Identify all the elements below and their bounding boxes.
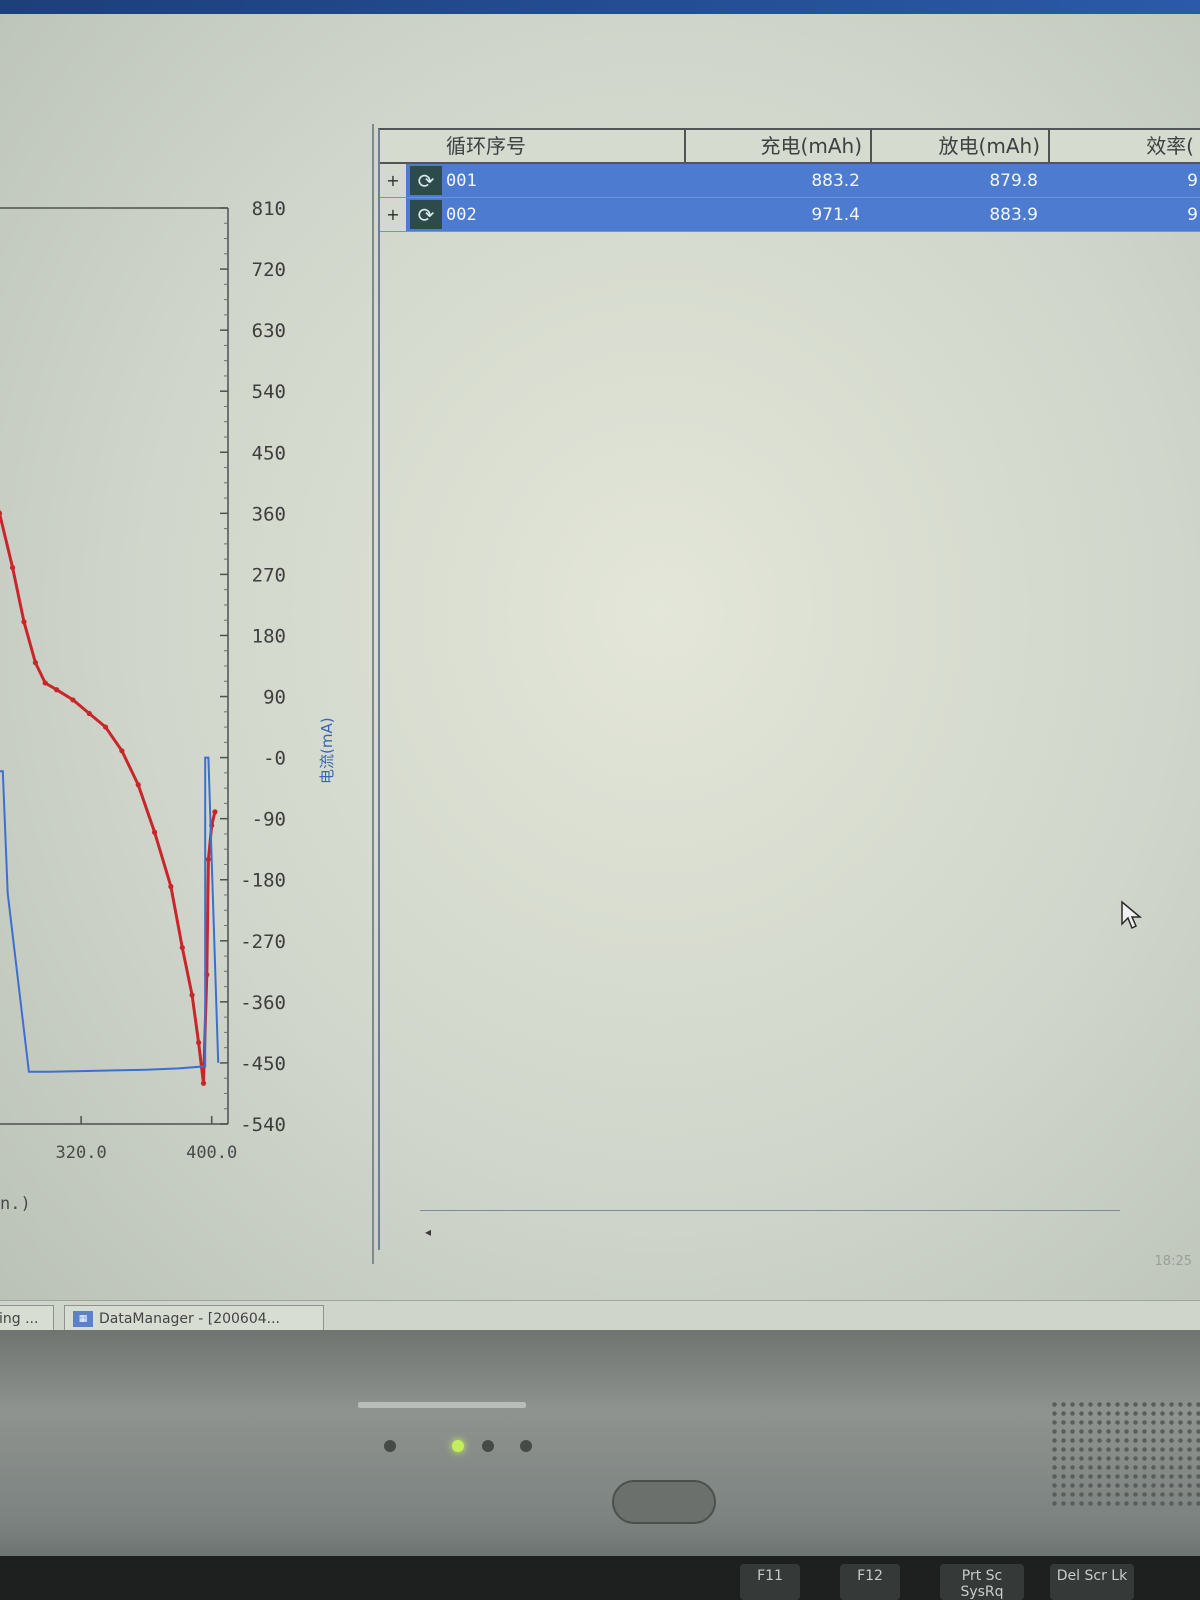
column-header-efficiency[interactable]: 效率( — [1050, 130, 1200, 162]
cycle-id: 001 — [446, 170, 477, 191]
key-f11[interactable]: F11 — [740, 1564, 800, 1600]
y2-tick-label: 720 — [252, 259, 286, 281]
status-led — [384, 1440, 396, 1452]
taskbar-item-datamanager[interactable]: ▦ DataManager - [200604... — [64, 1305, 324, 1331]
power-led — [452, 1440, 464, 1452]
table-row[interactable]: + ⟳ 001 883.2 879.8 9 — [380, 164, 1200, 198]
y2-tick-label: -90 — [252, 809, 286, 831]
voltage-point — [205, 856, 212, 862]
lid-latch — [358, 1402, 526, 1408]
column-header-cycle-number[interactable]: 循环序号 — [380, 130, 686, 162]
grid-header: 循环序号 充电(mAh) 放电(mAh) 效率( — [380, 130, 1200, 164]
expand-icon[interactable]: + — [380, 164, 406, 197]
horizontal-scrollbar[interactable] — [420, 1210, 1120, 1229]
column-header-charge[interactable]: 充电(mAh) — [686, 130, 872, 162]
speaker-grille — [1050, 1400, 1200, 1510]
taskbar-item[interactable]: ing ... — [0, 1305, 54, 1331]
key-del[interactable]: Del Scr Lk — [1050, 1564, 1134, 1600]
y2-tick-label: -0 — [263, 748, 286, 770]
keyboard-row: F11 F12 Prt Sc SysRq Del Scr Lk — [0, 1556, 1200, 1600]
table-row[interactable]: + ⟳ 002 971.4 883.9 9 — [380, 198, 1200, 232]
voltage-point — [151, 829, 158, 835]
x-tick-label: 320.0 — [56, 1143, 107, 1163]
cycle-grid[interactable]: 循环序号 充电(mAh) 放电(mAh) 效率( + ⟳ 001 883.2 8… — [378, 128, 1200, 1250]
y2-tick-label: -540 — [240, 1114, 286, 1136]
discharge-value: 883.9 — [989, 204, 1038, 225]
voltage-point — [212, 809, 218, 815]
voltage-point — [200, 1080, 207, 1086]
charge-value: 971.4 — [811, 204, 860, 225]
y2-axis-title: 电流(mA) — [318, 717, 336, 784]
voltage-point — [189, 992, 195, 998]
voltage-point — [32, 660, 39, 666]
y2-tick-label: 180 — [252, 625, 286, 647]
efficiency-value: 9 — [1187, 170, 1198, 191]
voltage-curve — [0, 508, 217, 1084]
voltage-point — [135, 782, 141, 788]
cycle-icon: ⟳ — [410, 166, 442, 195]
y2-tick-label: 810 — [252, 198, 286, 220]
voltage-point — [0, 510, 3, 516]
discharge-value: 879.8 — [989, 170, 1038, 191]
y2-tick-label: 540 — [252, 381, 286, 403]
voltage-point — [54, 687, 60, 693]
voltage-point — [42, 680, 48, 686]
x-tick-label: 400.0 — [186, 1143, 237, 1163]
key-prtsc[interactable]: Prt Sc SysRq — [940, 1564, 1024, 1600]
y2-tick-label: 270 — [252, 564, 286, 586]
voltage-point — [179, 944, 185, 951]
cycle-icon: ⟳ — [410, 200, 442, 229]
voltage-point — [196, 1039, 202, 1046]
grid-rows: + ⟳ 001 883.2 879.8 9 + ⟳ 002 971.4 883.… — [380, 164, 1200, 232]
voltage-point — [9, 565, 16, 571]
key-f12[interactable]: F12 — [840, 1564, 900, 1600]
expand-icon[interactable]: + — [380, 198, 406, 231]
status-led — [520, 1440, 532, 1452]
scroll-left-icon[interactable]: ◂ — [420, 1224, 436, 1240]
voltage-point — [86, 710, 92, 717]
y2-tick-label: -270 — [240, 931, 286, 953]
current-curve — [0, 756, 220, 1073]
voltage-point — [119, 748, 125, 754]
y2-tick-label: 90 — [263, 687, 286, 709]
column-header-discharge[interactable]: 放电(mAh) — [872, 130, 1050, 162]
chart-panel: 810 720 630 540 450 360 270 180 90 -0 -90 -180 -270 -… — [0, 124, 374, 1264]
y2-tick-label: -450 — [240, 1053, 286, 1075]
app-icon: ▦ — [73, 1311, 93, 1327]
taskbar-item-label: DataManager - [200604... — [99, 1311, 281, 1327]
y2-tick-label: 450 — [252, 442, 286, 464]
x-axis-label-fragment: n.) — [0, 1194, 31, 1214]
mouse-cursor-icon — [1121, 900, 1143, 930]
y2-tick-label: 630 — [252, 320, 286, 342]
charge-value: 883.2 — [811, 170, 860, 191]
cycle-id: 002 — [446, 204, 477, 225]
y2-tick-label: 360 — [252, 503, 286, 525]
y2-tick-label: -180 — [240, 870, 286, 892]
clock: 18:25 — [1154, 1254, 1192, 1269]
touchpad-button[interactable] — [612, 1480, 716, 1524]
efficiency-value: 9 — [1187, 204, 1198, 225]
voltage-point — [103, 724, 109, 730]
y2-tick-label: -360 — [240, 992, 286, 1014]
status-led — [482, 1440, 494, 1452]
voltage-point — [21, 619, 27, 625]
voltage-point — [168, 883, 174, 890]
voltage-point — [70, 697, 76, 703]
laptop-body: F11 F12 Prt Sc SysRq Del Scr Lk — [0, 1330, 1200, 1600]
screen: 810 720 630 540 450 360 270 180 90 -0 -90 -180 -270 -… — [0, 14, 1200, 1344]
workspace: 810 720 630 540 450 360 270 180 90 -0 -90 -180 -270 -… — [0, 124, 1200, 1324]
battery-chart: 810 720 630 540 450 360 270 180 90 -0 -90 -180 -270 -… — [0, 198, 286, 1163]
